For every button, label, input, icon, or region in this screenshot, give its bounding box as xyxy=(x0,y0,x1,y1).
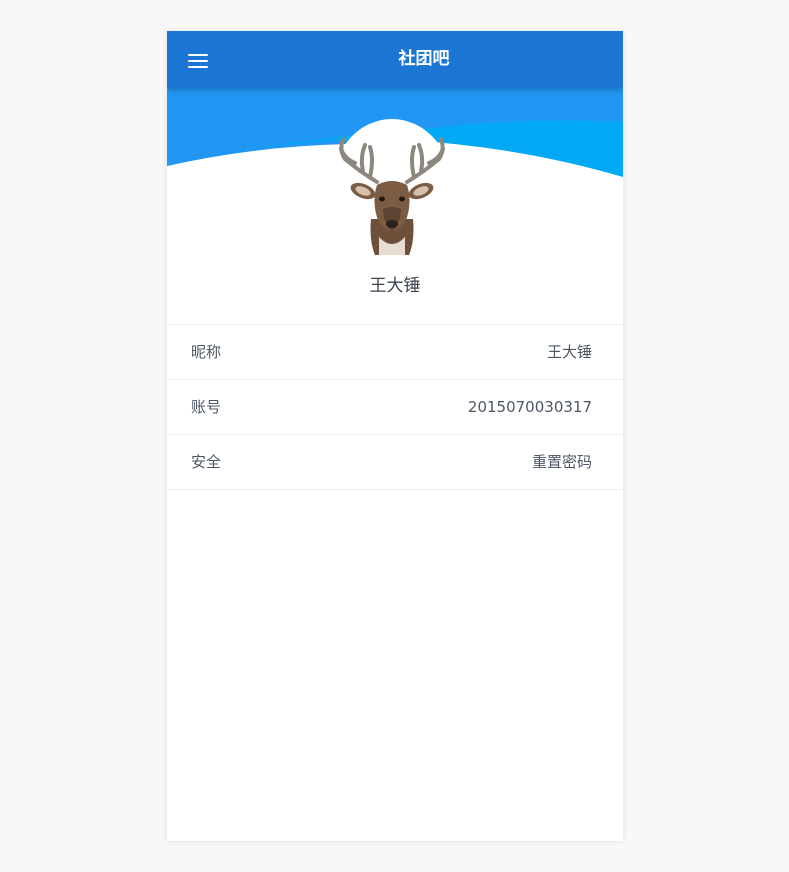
security-label: 安全 xyxy=(191,453,222,471)
profile-name: 王大锤 xyxy=(369,276,421,296)
nickname-label: 昵称 xyxy=(191,343,222,361)
app-bar: 社团吧 xyxy=(167,31,623,88)
phone-screen: 社团吧 王大锤 昵称 王大锤 账号 2015070030317 安全 重置密码 xyxy=(167,31,623,841)
account-row[interactable]: 账号 2015070030317 xyxy=(167,380,623,435)
reset-password-link[interactable]: 重置密码 xyxy=(532,435,592,489)
account-label: 账号 xyxy=(191,398,222,416)
app-title: 社团吧 xyxy=(398,49,450,69)
security-row[interactable]: 安全 重置密码 xyxy=(167,435,623,490)
nickname-value: 王大锤 xyxy=(546,343,592,361)
nickname-row[interactable]: 昵称 王大锤 xyxy=(167,325,623,380)
deer-avatar xyxy=(334,119,450,255)
account-value: 2015070030317 xyxy=(467,398,592,416)
profile-info-list: 昵称 王大锤 账号 2015070030317 安全 重置密码 xyxy=(167,324,623,490)
